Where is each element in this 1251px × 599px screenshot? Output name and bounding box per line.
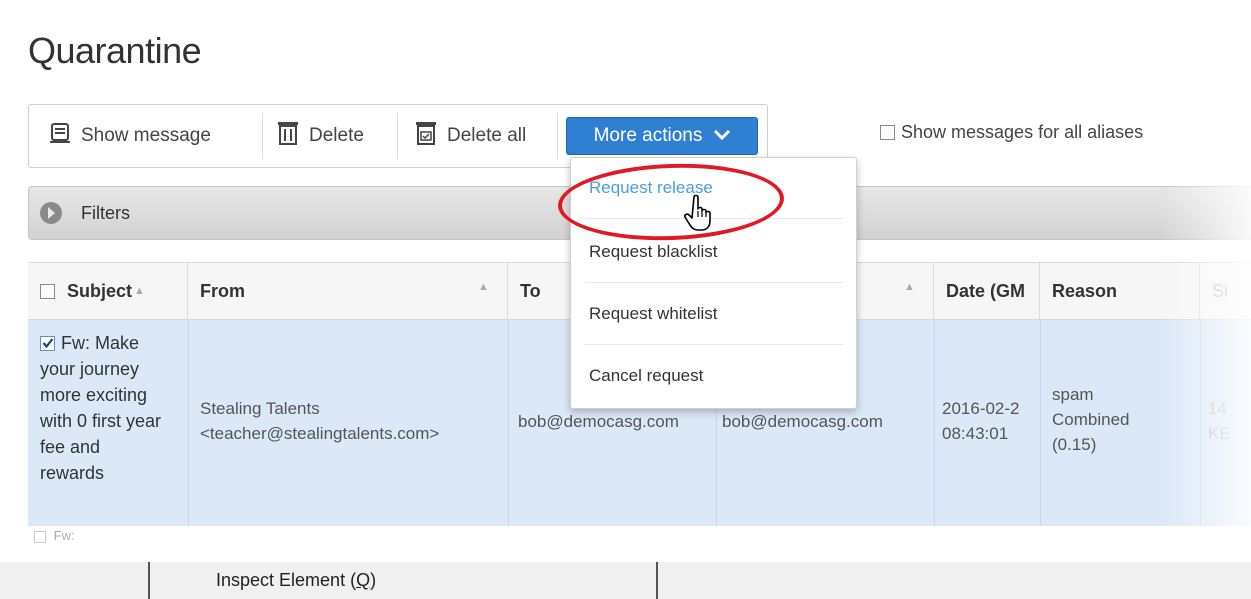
trash-all-icon (415, 120, 437, 152)
reason-line: (0.15) (1052, 435, 1097, 454)
torn-edge (0, 548, 1251, 562)
checkmark-icon (42, 338, 53, 349)
column-divider (934, 320, 935, 526)
subject-line: Fw: Make (61, 333, 140, 353)
row-checkbox[interactable] (34, 530, 46, 543)
time-line: 08:43:01 (942, 424, 1009, 443)
header-date-label: Date (GM (946, 280, 1026, 301)
show-all-aliases-toggle[interactable]: Show messages for all aliases (880, 122, 1143, 143)
column-divider (508, 320, 509, 526)
column-divider (188, 320, 189, 526)
quarantine-page: Quarantine Show message Delete Delete al… (0, 0, 1251, 560)
header-date[interactable]: Date (GM (934, 263, 1040, 319)
hand-cursor-icon (684, 194, 718, 237)
from-email: <teacher@stealingtalents.com> (200, 424, 440, 443)
sort-up-icon: ▲ (134, 285, 145, 297)
subject-line: rewards (40, 463, 105, 483)
row-recipient: bob@democasg.com (722, 412, 883, 431)
subject-line: your journey (40, 359, 140, 379)
menu-divider (585, 282, 843, 283)
show-all-aliases-label: Show messages for all aliases (901, 122, 1144, 142)
toolbar-divider (262, 113, 263, 159)
menu-item-request-whitelist[interactable]: Request whitelist (589, 304, 718, 324)
menu-border (656, 561, 658, 599)
header-from[interactable]: From ▲ (188, 263, 508, 319)
toolbar-divider (557, 113, 558, 159)
header-from-label: From (200, 280, 245, 301)
menu-divider (585, 344, 843, 345)
menu-item-cancel-request[interactable]: Cancel request (589, 366, 703, 386)
next-row-subject: Fw: (53, 528, 75, 543)
inspect-element-menu-item[interactable]: Inspect Element (Q) (216, 570, 376, 591)
expand-arrow-icon[interactable] (39, 201, 63, 230)
toolbar-divider (397, 113, 398, 159)
column-divider (1040, 320, 1041, 526)
subject-line: fee and (40, 437, 101, 457)
subject-line: with 0 first year (40, 411, 162, 431)
header-subject-label: Subject (67, 280, 133, 301)
header-reason[interactable]: Reason (1040, 263, 1200, 319)
trash-icon (277, 120, 299, 152)
row-from: Stealing Talents <teacher@stealingtalent… (200, 396, 508, 446)
sort-up-icon: ▲ (904, 281, 915, 293)
inspect-element-key: Q (356, 570, 371, 590)
from-name: Stealing Talents (200, 399, 320, 418)
show-message-label: Show message (81, 125, 211, 146)
reason-line: Combined (1052, 410, 1130, 429)
inspect-element-prefix: Inspect Element ( (216, 570, 357, 590)
page-title: Quarantine (28, 30, 202, 71)
chevron-down-icon (714, 125, 731, 147)
menu-item-request-blacklist[interactable]: Request blacklist (589, 242, 718, 262)
row-date: 2016-02-2 08:43:01 (942, 396, 1038, 446)
subject-line: more exciting (40, 385, 148, 405)
row-checkbox[interactable] (40, 335, 55, 351)
more-actions-label: More actions (593, 125, 703, 146)
column-divider (1200, 320, 1201, 526)
size-line: KE (1208, 424, 1231, 443)
delete-all-button[interactable]: Delete all (415, 119, 526, 153)
delete-label: Delete (309, 125, 364, 146)
header-subject[interactable]: Subject ▲ (28, 263, 188, 319)
more-actions-button[interactable]: More actions (566, 117, 758, 155)
header-reason-label: Reason (1052, 280, 1118, 301)
reason-line: spam (1052, 385, 1094, 404)
row-size: 14 KE (1208, 396, 1251, 446)
sort-up-icon: ▲ (478, 281, 489, 293)
delete-button[interactable]: Delete (277, 119, 364, 153)
filters-label: Filters (81, 203, 130, 223)
inspect-element-suffix: ) (370, 570, 377, 590)
show-message-button[interactable]: Show message (49, 119, 211, 153)
next-row-partial: Fw: (34, 528, 75, 543)
select-all-checkbox[interactable] (40, 283, 55, 299)
header-size-label: Si (1212, 280, 1229, 301)
delete-all-label: Delete all (447, 125, 527, 146)
message-icon (49, 122, 71, 150)
header-to-label: To (520, 280, 541, 301)
row-reason: spam Combined (0.15) (1052, 382, 1198, 457)
date-line: 2016-02-2 (942, 399, 1020, 418)
row-to: bob@democasg.com (518, 412, 679, 431)
row-subject: Fw: Make your journey more exciting with… (40, 330, 188, 486)
size-line: 14 (1208, 399, 1227, 418)
context-menu: Inspect Element (Q) (0, 560, 1251, 599)
show-all-aliases-checkbox[interactable] (880, 125, 895, 140)
header-size[interactable]: Si (1200, 263, 1251, 319)
menu-border (148, 561, 150, 599)
